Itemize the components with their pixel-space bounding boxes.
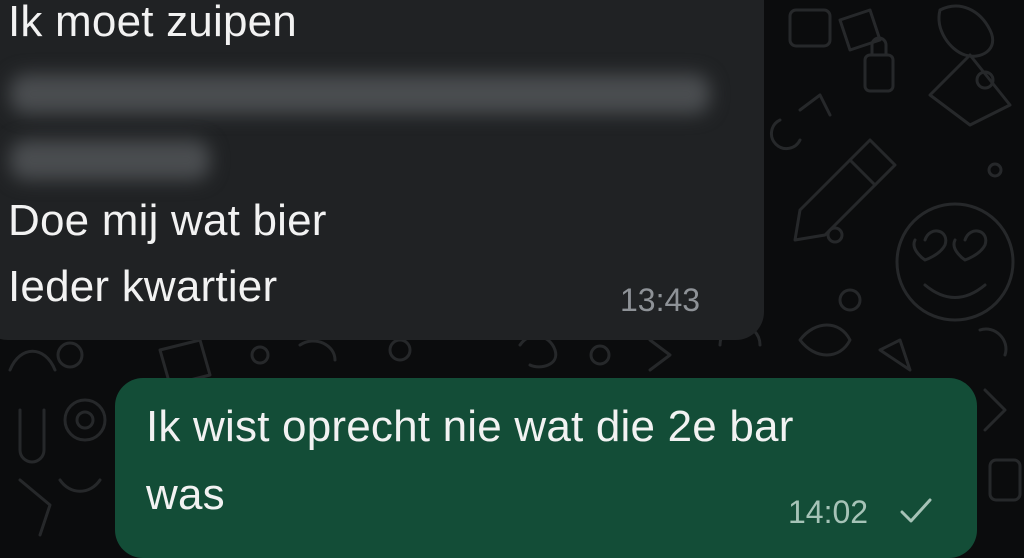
- message-text-line: Ik moet zuipen: [8, 0, 297, 46]
- message-text-line: was: [146, 470, 225, 519]
- message-timestamp: 14:02: [788, 494, 869, 530]
- blurred-message-text: [10, 60, 730, 190]
- single-check-icon: [900, 498, 932, 523]
- message-text-line: Ik wist oprecht nie wat die 2e bar: [146, 402, 794, 451]
- message-timestamp: 13:43: [620, 282, 701, 318]
- message-text-line: Ieder kwartier: [8, 262, 278, 311]
- message-text-line: Doe mij wat bier: [8, 196, 327, 245]
